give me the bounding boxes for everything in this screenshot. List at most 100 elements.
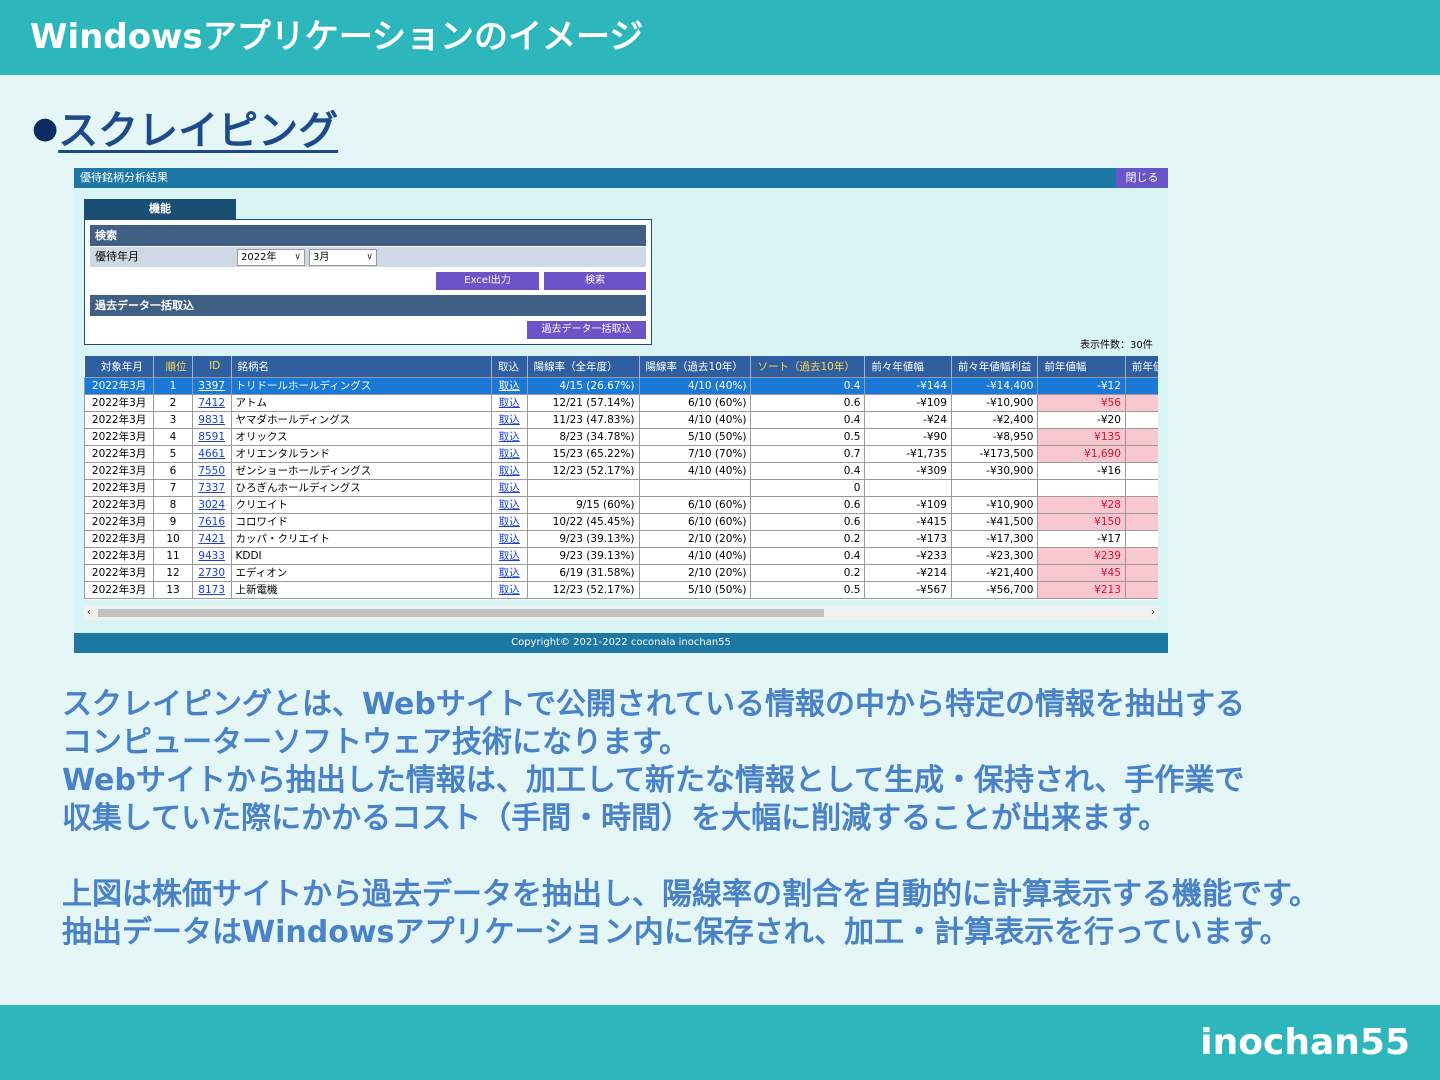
table-cell[interactable]: 取込 (491, 512, 528, 531)
column-header[interactable]: 陽線率（全年度） (527, 356, 640, 377)
table-cell[interactable]: 3397 (191, 376, 232, 395)
table-cell[interactable]: 取込 (491, 529, 528, 548)
import-link[interactable]: 取込 (499, 414, 520, 426)
table-cell (1124, 461, 1158, 480)
table-cell[interactable]: 取込 (491, 546, 528, 565)
import-link[interactable]: 取込 (499, 448, 520, 460)
import-link[interactable]: 取込 (499, 397, 520, 409)
horizontal-scrollbar[interactable]: ‹ › (84, 606, 1158, 620)
excel-export-button[interactable]: Excel出力 (436, 272, 539, 290)
table-cell[interactable]: 取込 (491, 478, 528, 497)
stock-id-link[interactable]: 4661 (198, 448, 225, 460)
table-row[interactable]: 2022年3月 5 4661 オリエンタルランド 取込 15/23 (65.22%) 7/1… (84, 444, 1158, 463)
column-header[interactable]: ID (192, 356, 232, 377)
table-cell[interactable]: 3024 (191, 495, 232, 514)
stock-id-link[interactable]: 7337 (198, 482, 225, 494)
stock-id-link[interactable]: 3024 (198, 499, 225, 511)
table-cell: 9/23 (39.13%) (526, 546, 640, 565)
stock-id-link[interactable]: 8173 (198, 584, 225, 596)
stock-id-link[interactable]: 7550 (198, 465, 225, 477)
column-header[interactable]: 陽線率（過去10年） (639, 356, 752, 377)
table-cell[interactable]: 7616 (191, 512, 232, 531)
table-row[interactable]: 2022年3月 6 7550 ゼンショーホールディングス 取込 12/23 (52.17%… (84, 461, 1158, 480)
import-link[interactable]: 取込 (499, 533, 520, 545)
table-row[interactable]: 2022年3月 12 2730 エディオン 取込 6/19 (31.58%) 2/10 (2… (84, 563, 1158, 582)
table-cell[interactable]: 取込 (491, 410, 528, 429)
table-cell[interactable]: 8173 (191, 580, 232, 599)
column-header[interactable]: ソート（過去10年） (750, 356, 866, 377)
table-cell[interactable]: 7412 (191, 393, 232, 412)
table-row[interactable]: 2022年3月 1 3397 トリドールホールディングス 取込 4/15 (26.67%)… (84, 376, 1158, 395)
table-cell (1124, 376, 1158, 395)
past-data-import-button[interactable]: 過去データ一括取込 (527, 321, 646, 339)
table-cell: 2/10 (20%) (638, 563, 752, 582)
table-cell[interactable]: 7550 (191, 461, 232, 480)
month-select[interactable]: 3月 ∨ (309, 249, 377, 266)
table-cell[interactable]: 取込 (491, 495, 528, 514)
stock-id-link[interactable]: 7421 (198, 533, 225, 545)
table-row[interactable]: 2022年3月 11 9433 KDDI 取込 9/23 (39.13%) 4/10 (40… (84, 546, 1158, 565)
stock-id-link[interactable]: 8591 (198, 431, 225, 443)
table-row[interactable]: 2022年3月 8 3024 クリエイト 取込 9/15 (60%) 6/10 (60%) 0… (84, 495, 1158, 514)
import-link[interactable]: 取込 (499, 550, 520, 562)
column-header[interactable]: 前年値幅 (1037, 356, 1126, 377)
table-cell[interactable]: 2730 (191, 563, 232, 582)
table-cell[interactable]: 取込 (491, 461, 528, 480)
table-cell[interactable]: 8591 (191, 427, 232, 446)
stock-id-link[interactable]: 9433 (198, 550, 225, 562)
column-header[interactable]: 前々年値幅 (864, 356, 952, 377)
table-cell[interactable]: 取込 (491, 444, 528, 463)
table-cell[interactable]: 9433 (191, 546, 232, 565)
table-cell[interactable]: 取込 (491, 427, 528, 446)
table-row[interactable]: 2022年3月 9 7616 コロワイド 取込 10/22 (45.45%) 6/10 (6… (84, 512, 1158, 531)
table-cell: アトム (230, 393, 492, 412)
table-row[interactable]: 2022年3月 2 7412 アトム 取込 12/21 (57.14%) 6/10 (60%… (84, 393, 1158, 412)
import-link[interactable]: 取込 (499, 465, 520, 477)
scroll-right-icon[interactable]: › (1151, 606, 1155, 620)
table-row[interactable]: 2022年3月 10 7421 カッパ・クリエイト 取込 9/23 (39.13%) 2/1… (84, 529, 1158, 548)
scrollbar-thumb[interactable] (98, 609, 824, 617)
table-cell[interactable]: 取込 (491, 580, 528, 599)
table-cell[interactable]: 取込 (491, 563, 528, 582)
import-link[interactable]: 取込 (499, 516, 520, 528)
import-link[interactable]: 取込 (499, 482, 520, 494)
table-cell[interactable]: 7337 (191, 478, 232, 497)
import-link[interactable]: 取込 (499, 584, 520, 596)
search-section-bar: 検索 (90, 225, 646, 246)
stock-id-link[interactable]: 7412 (198, 397, 225, 409)
table-cell[interactable]: 4661 (191, 444, 232, 463)
table-cell: 4/10 (40%) (638, 461, 752, 480)
table-row[interactable]: 2022年3月 4 8591 オリックス 取込 8/23 (34.78%) 5/10 (50… (84, 427, 1158, 446)
import-link[interactable]: 取込 (499, 380, 520, 392)
scroll-left-icon[interactable]: ‹ (87, 606, 91, 620)
tab-function[interactable]: 機能 (84, 199, 236, 219)
stock-id-link[interactable]: 2730 (198, 567, 225, 579)
column-header[interactable]: 前年値幅 (1125, 356, 1158, 377)
column-header[interactable]: 対象年月 (84, 356, 155, 377)
year-select[interactable]: 2022年 ∨ (237, 249, 305, 266)
column-header[interactable]: 順位 (153, 356, 193, 377)
table-cell: -¥567 (864, 580, 952, 599)
table-cell: 2022年3月 (84, 478, 155, 497)
import-link[interactable]: 取込 (499, 431, 520, 443)
table-cell: 0.2 (750, 563, 866, 582)
column-header[interactable]: 取込 (491, 356, 528, 377)
result-table: 対象年月 順位 ID 銘柄名 取込 陽線率（全年度） 陽線率（過去10年） ソート（過去10年… (84, 356, 1158, 600)
stock-id-link[interactable]: 7616 (198, 516, 225, 528)
column-header[interactable]: 前々年値幅利益 (951, 356, 1039, 377)
import-link[interactable]: 取込 (499, 567, 520, 579)
table-cell[interactable]: 9831 (191, 410, 232, 429)
close-button[interactable]: 閉じる (1116, 168, 1168, 188)
column-header[interactable]: 銘柄名 (231, 356, 492, 377)
table-row[interactable]: 2022年3月 7 7337 ひろぎんホールディングス 取込 0 (84, 478, 1158, 497)
stock-id-link[interactable]: 3397 (198, 380, 225, 392)
table-row[interactable]: 2022年3月 3 9831 ヤマダホールディングス 取込 11/23 (47.83%) 4… (84, 410, 1158, 429)
import-link[interactable]: 取込 (499, 499, 520, 511)
search-button[interactable]: 検索 (544, 272, 646, 290)
table-cell[interactable]: 7421 (191, 529, 232, 548)
stock-id-link[interactable]: 9831 (198, 414, 225, 426)
table-cell[interactable]: 取込 (491, 376, 528, 395)
table-cell (1124, 580, 1158, 599)
table-row[interactable]: 2022年3月 13 8173 上新電機 取込 12/23 (52.17%) 5/10 (5… (84, 580, 1158, 599)
table-cell[interactable]: 取込 (491, 393, 528, 412)
